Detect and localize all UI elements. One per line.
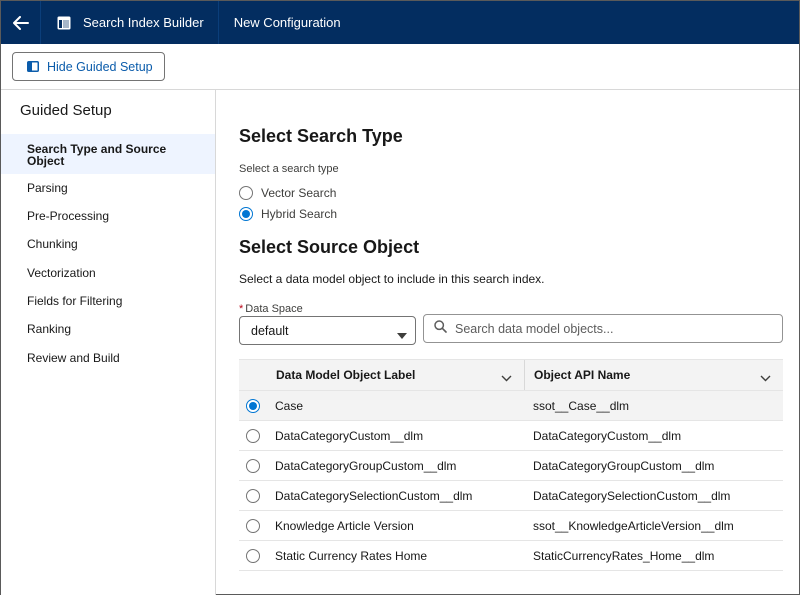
table-row[interactable]: Knowledge Article Version ssot__Knowledg… bbox=[239, 511, 783, 541]
hybrid-search-option[interactable]: Hybrid Search bbox=[239, 207, 337, 221]
hide-guided-setup-button[interactable]: Hide Guided Setup bbox=[12, 52, 165, 81]
vector-search-radio[interactable] bbox=[239, 186, 253, 200]
sidebar-item-review-and-build[interactable]: Review and Build bbox=[1, 351, 215, 365]
toolbar: Hide Guided Setup bbox=[1, 44, 799, 90]
chevron-down-icon[interactable] bbox=[501, 371, 512, 385]
column-header-api-name-text: Object API Name bbox=[534, 368, 631, 382]
guided-setup-sidebar: Guided Setup Search Type and Source Obje… bbox=[1, 90, 216, 595]
main-content: Select Search Type Select a search type … bbox=[217, 90, 799, 595]
sidebar-item-pre-processing[interactable]: Pre-Processing bbox=[1, 209, 215, 223]
source-object-title: Select Source Object bbox=[239, 237, 420, 257]
vector-search-option[interactable]: Vector Search bbox=[239, 186, 336, 200]
search-type-title: Select Search Type bbox=[239, 126, 403, 146]
data-space-label-text: Data Space bbox=[245, 303, 303, 315]
object-label-cell: Static Currency Rates Home bbox=[275, 548, 428, 563]
column-header-label-text: Data Model Object Label bbox=[276, 368, 416, 382]
table-row[interactable]: Static Currency Rates Home StaticCurrenc… bbox=[239, 541, 783, 571]
row-select-radio[interactable] bbox=[246, 398, 260, 413]
object-label-cell: DataCategoryCustom__dlm bbox=[275, 428, 424, 443]
vector-search-label: Vector Search bbox=[261, 186, 337, 200]
search-type-prompt: Select a search type bbox=[239, 163, 339, 175]
data-space-label: * Data Space bbox=[239, 303, 303, 315]
sidebar-item-vectorization[interactable]: Vectorization bbox=[1, 266, 215, 280]
sidebar-item-search-type[interactable]: Search Type and Source Object bbox=[1, 134, 215, 174]
object-api-name-cell: ssot__KnowledgeArticleVersion__dlm bbox=[533, 518, 734, 533]
row-select-radio[interactable] bbox=[246, 488, 260, 503]
arrow-left-icon bbox=[12, 15, 29, 30]
hybrid-search-radio[interactable] bbox=[239, 207, 253, 221]
object-label-cell: Knowledge Article Version bbox=[275, 518, 414, 533]
caret-down-icon bbox=[397, 328, 407, 342]
app-name-tab[interactable]: Search Index Builder bbox=[41, 1, 219, 44]
object-api-name-cell: ssot__Case__dlm bbox=[533, 398, 630, 413]
search-icon bbox=[434, 319, 447, 338]
object-api-name-cell: DataCategorySelectionCustom__dlm bbox=[533, 488, 731, 503]
back-button[interactable] bbox=[1, 1, 41, 44]
global-header: Search Index Builder New Configuration bbox=[1, 1, 799, 44]
table-icon bbox=[57, 16, 71, 30]
row-select-radio[interactable] bbox=[246, 428, 260, 443]
table-row[interactable]: Case ssot__Case__dlm bbox=[239, 391, 783, 421]
data-model-objects-table: Data Model Object Label Object API Name … bbox=[239, 359, 783, 571]
object-search-box[interactable] bbox=[423, 314, 783, 343]
object-label-cell: Case bbox=[275, 398, 304, 413]
row-select-radio[interactable] bbox=[246, 548, 260, 563]
column-header-api-name[interactable]: Object API Name bbox=[525, 360, 783, 390]
data-space-select[interactable]: default bbox=[239, 316, 416, 345]
row-select-radio[interactable] bbox=[246, 458, 260, 473]
table-row[interactable]: DataCategorySelectionCustom__dlm DataCat… bbox=[239, 481, 783, 511]
table-header-row: Data Model Object Label Object API Name bbox=[239, 360, 783, 391]
page-title: New Configuration bbox=[233, 15, 341, 30]
column-header-label[interactable]: Data Model Object Label bbox=[267, 360, 525, 390]
hide-guided-setup-label: Hide Guided Setup bbox=[47, 59, 153, 74]
sidebar-heading: Guided Setup bbox=[20, 102, 112, 119]
table-row[interactable]: DataCategoryGroupCustom__dlm DataCategor… bbox=[239, 451, 783, 481]
chevron-down-icon[interactable] bbox=[760, 371, 771, 385]
required-marker: * bbox=[239, 303, 244, 315]
sidebar-item-fields-for-filtering[interactable]: Fields for Filtering bbox=[1, 294, 215, 308]
sidebar-item-chunking[interactable]: Chunking bbox=[1, 237, 215, 251]
selection-column-header bbox=[239, 360, 267, 390]
object-api-name-cell: DataCategoryCustom__dlm bbox=[533, 428, 682, 443]
object-label-cell: DataCategorySelectionCustom__dlm bbox=[275, 488, 473, 503]
source-object-description: Select a data model object to include in… bbox=[239, 272, 545, 286]
app-name: Search Index Builder bbox=[83, 15, 204, 30]
sidebar-item-ranking[interactable]: Ranking bbox=[1, 322, 215, 336]
object-label-cell: DataCategoryGroupCustom__dlm bbox=[275, 458, 457, 473]
row-select-radio[interactable] bbox=[246, 518, 260, 533]
panel-left-icon bbox=[27, 61, 39, 72]
table-row[interactable]: DataCategoryCustom__dlm DataCategoryCust… bbox=[239, 421, 783, 451]
object-search-input[interactable] bbox=[455, 321, 775, 336]
object-api-name-cell: StaticCurrencyRates_Home__dlm bbox=[533, 548, 715, 563]
sidebar-item-parsing[interactable]: Parsing bbox=[1, 181, 215, 195]
data-space-value: default bbox=[251, 323, 289, 338]
object-api-name-cell: DataCategoryGroupCustom__dlm bbox=[533, 458, 715, 473]
hybrid-search-label: Hybrid Search bbox=[261, 207, 338, 221]
